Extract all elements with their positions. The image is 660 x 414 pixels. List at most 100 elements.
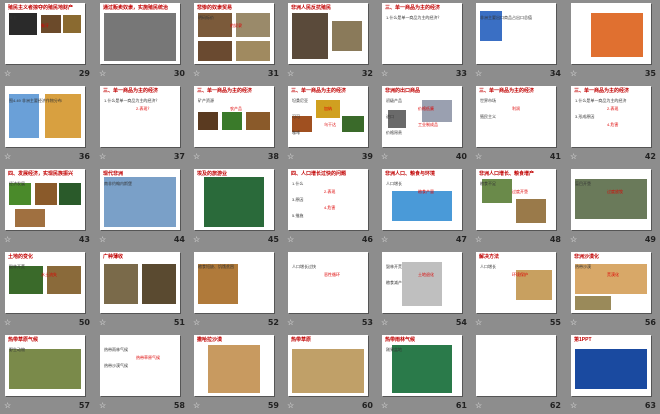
slide-preview[interactable]: 解决方法 人口增长 环境保护 <box>476 252 556 313</box>
slide-preview[interactable]: 盲目开垦 过度放牧 <box>571 169 651 230</box>
slide-image <box>392 191 452 221</box>
slide-number: 52 <box>267 318 279 327</box>
slide-thumbnail-36[interactable]: 图4.49 非洲主要经济作物分布 ☆ 36 <box>0 83 94 165</box>
slide-preview[interactable]: 热带雨林气候 刚果盆地 <box>382 335 462 396</box>
slide-preview[interactable]: 图4.49 非洲主要经济作物分布 <box>5 86 85 147</box>
slide-number: 32 <box>361 69 373 78</box>
animation-star-icon: ☆ <box>193 401 201 410</box>
slide-preview[interactable]: 三、单一商品为主的经济 世界市场 利润 殖民主义 <box>476 86 556 147</box>
slide-preview[interactable]: 毁林开荒 土地退化 粮食减产 <box>382 252 462 313</box>
slide-thumbnail-63[interactable]: 第1PPT ☆ 63 <box>566 332 660 414</box>
slide-thumbnail-56[interactable]: 非洲沙漠化 热带沙漠 荒漠化 ☆ 56 <box>566 249 660 331</box>
slide-preview[interactable]: 粮食短缺、饥饿贫困 <box>194 252 274 313</box>
slide-number: 43 <box>78 235 90 244</box>
slide-preview[interactable]: 人口增长过快 恶性循环 <box>288 252 368 313</box>
slide-title: 埃及的旅游业 <box>197 171 228 177</box>
slide-number: 58 <box>173 401 185 410</box>
slide-preview[interactable]: 非洲沙漠化 热带沙漠 荒漠化 <box>571 252 651 313</box>
slide-preview[interactable]: 悲惨的奴隶贸易 明码标价 的奴隶 <box>194 3 274 64</box>
slide-preview[interactable] <box>476 335 556 396</box>
slide-preview[interactable]: 非洲人口、粮食与环境 人口增长 粮食产量 <box>382 169 462 230</box>
slide-thumbnail-57[interactable]: 热带草原气候 野生动物 ☆ 57 <box>0 332 94 414</box>
slide-thumbnail-50[interactable]: 土地的变化 毁林开荒 水土流失 ☆ 50 <box>0 249 94 331</box>
slide-preview[interactable]: 三、单一商品为主的经济 1.什么是单一商品为主的经济？ 2.表现？ <box>100 86 180 147</box>
slide-image <box>516 199 546 223</box>
slide-preview[interactable]: 三、单一商品为主的经济 1.什么是单一商品为主的经济？ <box>382 3 462 64</box>
slide-caption: 2.表现？ <box>136 106 152 111</box>
slide-thumbnail-47[interactable]: 非洲人口、粮食与环境 人口增长 粮食产量 ☆ 47 <box>377 166 471 248</box>
slide-caption: 1.什么是单一商品为主的经济 <box>575 98 627 103</box>
slide-title: 三、单一商品为主的经济 <box>385 5 441 11</box>
slide-image <box>591 13 643 57</box>
slide-preview[interactable]: 非洲的出口商品 初级产品 价格低廉 进口 工业制成品 价格昂贵 <box>382 86 462 147</box>
slide-thumbnail-54[interactable]: 毁林开荒 土地退化 粮食减产 ☆ 54 <box>377 249 471 331</box>
slide-preview[interactable]: 非洲人口增长、粮食增产 粮食不足 过度开垦 <box>476 169 556 230</box>
slide-image <box>575 296 611 310</box>
slide-preview[interactable]: 现代非洲 南非约翰内斯堡 <box>100 169 180 230</box>
slide-title: 四、人口增长过快的问题 <box>291 171 347 177</box>
slide-preview[interactable]: 热带草原 <box>288 335 368 396</box>
slide-thumbnail-58[interactable]: 热带雨林气候 热带草原气候 热带沙漠气候 ☆ 58 <box>95 332 189 414</box>
slide-thumbnail-34[interactable]: 非洲主要出口商品占出口总值 ☆ 34 <box>471 0 565 82</box>
slide-title: 非洲的出口商品 <box>385 88 421 94</box>
slide-thumbnail-41[interactable]: 三、单一商品为主的经济 世界市场 利润 殖民主义 ☆ 41 <box>471 83 565 165</box>
slide-thumbnail-49[interactable]: 盲目开垦 过度放牧 ☆ 49 <box>566 166 660 248</box>
slide-thumbnail-60[interactable]: 热带草原 ☆ 60 <box>283 332 377 414</box>
slide-thumbnail-45[interactable]: 埃及的旅游业 ☆ 45 <box>189 166 283 248</box>
slide-preview[interactable]: 非洲主要出口商品占出口总值 <box>476 3 556 64</box>
slide-preview[interactable]: 四、人口增长过快的问题 1.什么 2.表现 3.原因 4.危害 5.措施 <box>288 169 368 230</box>
slide-preview[interactable]: 三、单一商品为主的经济 1.什么是单一商品为主的经济 2.表现 3.形成原因 4.危害 <box>571 86 651 147</box>
slide-thumbnail-33[interactable]: 三、单一商品为主的经济 1.什么是单一商品为主的经济？ ☆ 33 <box>377 0 471 82</box>
slide-thumbnail-38[interactable]: 三、单一商品为主的经济 矿产资源 农产品 ☆ 38 <box>189 83 283 165</box>
slide-thumbnail-46[interactable]: 四、人口增长过快的问题 1.什么 2.表现 3.原因 4.危害 5.措施 ☆ 46 <box>283 166 377 248</box>
slide-caption: 刚果盆地 <box>386 347 402 352</box>
slide-title: 解决方法 <box>479 254 500 260</box>
slide-preview[interactable]: 第1PPT <box>571 335 651 396</box>
slide-thumbnail-59[interactable]: 撒哈拉沙漠 ☆ 59 <box>189 332 283 414</box>
slide-title: 现代非洲 <box>103 171 124 177</box>
slide-thumbnail-30[interactable]: 通过贩卖奴隶，实施殖民统治 ☆ 30 <box>95 0 189 82</box>
slide-thumbnail-42[interactable]: 三、单一商品为主的经济 1.什么是单一商品为主的经济 2.表现 3.形成原因 4.危害 ☆… <box>566 83 660 165</box>
slide-thumbnail-29[interactable]: 殖民主义者掠夺的殖民地财产 黄金 象牙 ☆ 29 <box>0 0 94 82</box>
slide-preview[interactable]: 殖民主义者掠夺的殖民地财产 黄金 象牙 <box>5 3 85 64</box>
slide-preview[interactable]: 广种薄收 <box>100 252 180 313</box>
slide-thumbnail-31[interactable]: 悲惨的奴隶贸易 明码标价 的奴隶 ☆ 31 <box>189 0 283 82</box>
animation-star-icon: ☆ <box>475 69 483 78</box>
slide-thumbnail-51[interactable]: 广种薄收 ☆ 51 <box>95 249 189 331</box>
slide-preview[interactable]: 埃及的旅游业 <box>194 169 274 230</box>
slide-preview[interactable]: 通过贩卖奴隶，实施殖民统治 <box>100 3 180 64</box>
slide-preview[interactable]: 热带雨林气候 热带草原气候 热带沙漠气候 <box>100 335 180 396</box>
slide-preview[interactable]: 三、单一商品为主的经济 矿产资源 农产品 <box>194 86 274 147</box>
slide-preview[interactable]: 土地的变化 毁林开荒 水土流失 <box>5 252 85 313</box>
slide-preview[interactable]: 热带草原气候 野生动物 <box>5 335 85 396</box>
animation-star-icon: ☆ <box>381 152 389 161</box>
slide-thumbnail-62[interactable]: ☆ 62 <box>471 332 565 414</box>
slide-preview[interactable]: 撒哈拉沙漠 <box>194 335 274 396</box>
slide-thumbnail-39[interactable]: 三、单一商品为主的经济 坦桑尼亚 加纳 可可 乌干达 咖啡 ☆ 39 <box>283 83 377 165</box>
animation-star-icon: ☆ <box>99 401 107 410</box>
slide-thumbnail-53[interactable]: 人口增长过快 恶性循环 ☆ 53 <box>283 249 377 331</box>
slide-number: 42 <box>644 152 656 161</box>
slide-thumbnail-40[interactable]: 非洲的出口商品 初级产品 价格低廉 进口 工业制成品 价格昂贵 ☆ 40 <box>377 83 471 165</box>
slide-preview[interactable]: 三、单一商品为主的经济 坦桑尼亚 加纳 可可 乌干达 咖啡 <box>288 86 368 147</box>
slide-thumbnail-43[interactable]: 四、发展经济，实现民族振兴 经济发展 ☆ 43 <box>0 166 94 248</box>
slide-preview[interactable]: 四、发展经济，实现民族振兴 经济发展 <box>5 169 85 230</box>
slide-title: 三、单一商品为主的经济 <box>291 88 347 94</box>
animation-star-icon: ☆ <box>193 152 201 161</box>
slide-number: 40 <box>455 152 467 161</box>
slide-thumbnail-35[interactable]: ☆ 35 <box>566 0 660 82</box>
slide-title: 非洲人口、粮食与环境 <box>385 171 436 177</box>
slide-thumbnail-37[interactable]: 三、单一商品为主的经济 1.什么是单一商品为主的经济？ 2.表现？ ☆ 37 <box>95 83 189 165</box>
slide-preview[interactable]: 非洲人民反抗殖民 <box>288 3 368 64</box>
slide-thumbnail-55[interactable]: 解决方法 人口增长 环境保护 ☆ 55 <box>471 249 565 331</box>
slide-thumbnail-52[interactable]: 粮食短缺、饥饿贫困 ☆ 52 <box>189 249 283 331</box>
slide-thumbnail-48[interactable]: 非洲人口增长、粮食增产 粮食不足 过度开垦 ☆ 48 <box>471 166 565 248</box>
slide-caption: 经济发展 <box>9 181 25 186</box>
slide-thumbnail-32[interactable]: 非洲人民反抗殖民 ☆ 32 <box>283 0 377 82</box>
slide-caption: 热带雨林气候 <box>104 347 128 352</box>
slide-thumbnail-61[interactable]: 热带雨林气候 刚果盆地 ☆ 61 <box>377 332 471 414</box>
slide-thumbnail-44[interactable]: 现代非洲 南非约翰内斯堡 ☆ 44 <box>95 166 189 248</box>
slide-caption: 粮食产量 <box>418 189 434 194</box>
slide-preview[interactable] <box>571 3 651 64</box>
slide-title: 非洲沙漠化 <box>574 254 600 260</box>
